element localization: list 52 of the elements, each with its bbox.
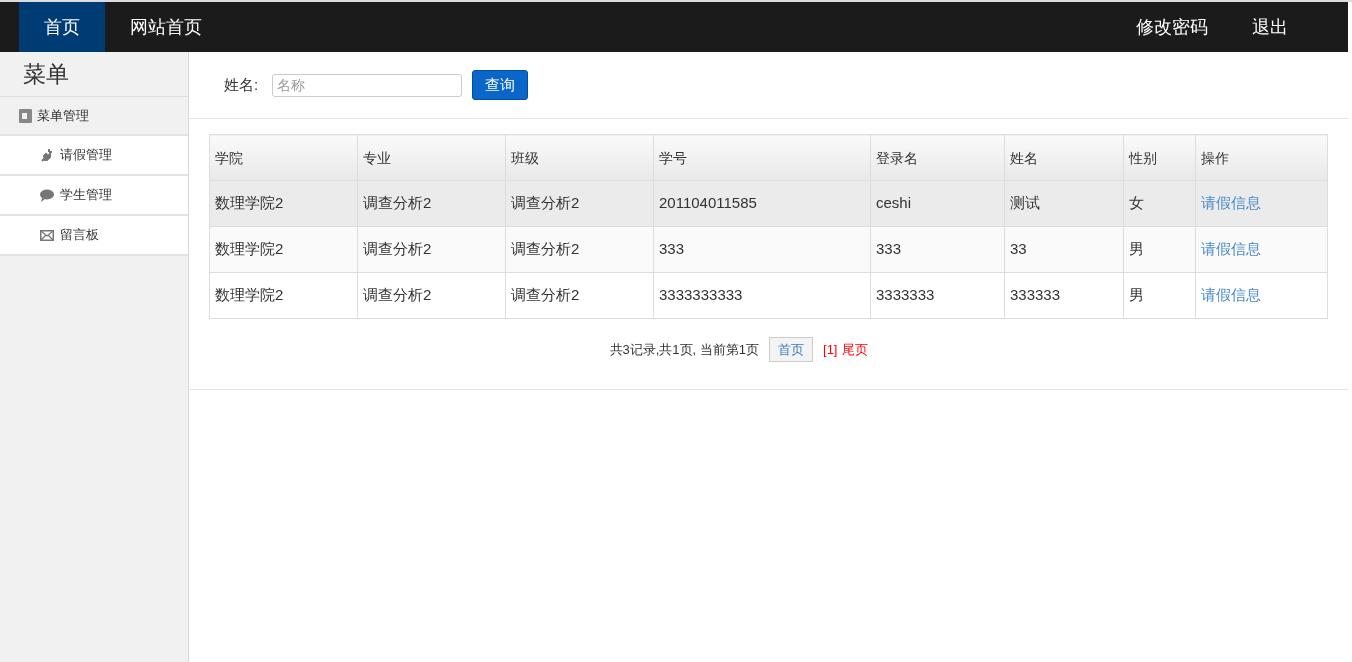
first-page-button[interactable]: 首页 (769, 337, 814, 362)
column-header: 登录名 (870, 134, 1005, 181)
sidebar-item[interactable]: 请假管理 (0, 136, 188, 176)
table-cell: 数理学院2 (209, 226, 358, 273)
table-cell: 333 (653, 226, 871, 273)
table-cell: 333333 (1004, 272, 1124, 319)
table-cell: 3333333333 (653, 272, 871, 319)
search-button[interactable]: 查询 (472, 70, 529, 100)
table-cell: 调查分析2 (505, 226, 654, 273)
column-header: 学院 (209, 134, 358, 181)
table-cell: 201104011585 (653, 180, 871, 227)
table-row[interactable]: 数理学院2 调查分析2 调查分析2 333 333 33 男 请假信息 (209, 226, 1328, 273)
sidebar-title: 菜单 (0, 52, 188, 97)
search-field[interactable]: 名称 (272, 73, 463, 97)
table-cell: 333 (870, 226, 1005, 273)
nav-tab[interactable]: 首页 (19, 2, 105, 52)
address-book-icon (18, 108, 32, 123)
table-row[interactable]: 数理学院2 调查分析2 调查分析2 201104011585 ceshi 测试 女 请假信息 (209, 180, 1328, 227)
table-cell: 男 (1123, 226, 1196, 273)
column-header: 姓名 (1004, 134, 1124, 181)
table-cell: 数理学院2 (209, 272, 358, 319)
table-row[interactable]: 数理学院2 调查分析2 调查分析2 3333333333 3333333 333333 男 请假信息 (209, 272, 1328, 319)
table-cell: 男 (1123, 272, 1196, 319)
speech-bubble-icon (40, 188, 54, 202)
envelope-icon (40, 229, 54, 241)
leave-info-link[interactable]: 请假信息 (1201, 240, 1261, 258)
table-cell: ceshi (870, 180, 1005, 227)
leave-info-link[interactable]: 请假信息 (1201, 286, 1261, 304)
nav-tab[interactable]: 网站首页 (105, 2, 227, 52)
table-cell: 调查分析2 (357, 226, 506, 273)
sidebar-item[interactable]: 学生管理 (0, 176, 188, 216)
column-header: 专业 (357, 134, 506, 181)
last-page-link[interactable]: 尾页 (841, 339, 868, 360)
table-cell: 女 (1123, 180, 1196, 227)
pagination-summary: 共3记录,共1页, 当前第1页 (609, 340, 760, 359)
table-cell: 数理学院2 (209, 180, 358, 227)
sidebar-item[interactable]: 留言板 (0, 216, 188, 256)
column-header: 操作 (1195, 134, 1328, 181)
column-header: 班级 (505, 134, 654, 181)
column-header: 性别 (1123, 134, 1196, 181)
nav-link[interactable]: 修改密码 (1114, 2, 1230, 52)
table-cell: 调查分析2 (357, 272, 506, 319)
page-number-link[interactable]: [1] (823, 339, 838, 360)
nav-link[interactable]: 退出 (1230, 2, 1310, 52)
table-cell: 调查分析2 (505, 180, 654, 227)
column-header: 学号 (653, 134, 871, 181)
search-label: 姓名: (224, 74, 259, 95)
table-cell: 测试 (1004, 180, 1124, 227)
table-cell: 调查分析2 (505, 272, 654, 319)
table-cell: 调查分析2 (357, 180, 506, 227)
table-cell: 3333333 (870, 272, 1005, 319)
table-cell: 33 (1004, 226, 1124, 273)
